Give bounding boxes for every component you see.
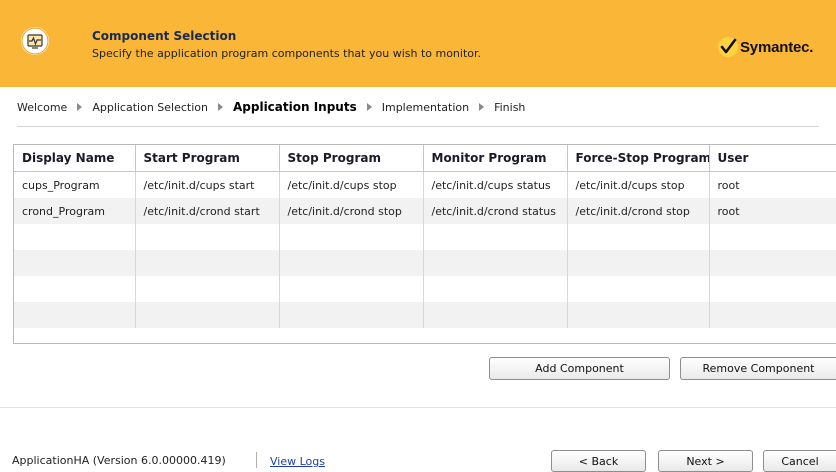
back-button[interactable]: < Back <box>551 450 646 472</box>
table-cell[interactable] <box>135 276 280 302</box>
table-row[interactable] <box>14 250 836 276</box>
table-cell[interactable]: /etc/init.d/crond stop <box>279 198 424 224</box>
table-cell[interactable] <box>423 276 568 302</box>
table-cell[interactable]: /etc/init.d/cups stop <box>567 171 710 198</box>
table-cell[interactable] <box>423 224 568 250</box>
add-component-button[interactable]: Add Component <box>489 357 670 380</box>
table-cell[interactable] <box>135 302 280 328</box>
symantec-logo: Symantec. <box>718 36 813 58</box>
table-row[interactable] <box>14 302 836 328</box>
table-cell[interactable] <box>709 302 836 328</box>
breadcrumb-item-application-selection: Application Selection <box>92 100 208 114</box>
column-header-user[interactable]: User <box>709 145 836 172</box>
table-cell[interactable] <box>279 302 424 328</box>
checkmark-icon <box>718 37 738 57</box>
header-banner: Component Selection Specify the applicat… <box>0 0 836 87</box>
column-header-stop-program[interactable]: Stop Program <box>279 145 424 172</box>
column-header-monitor-program[interactable]: Monitor Program <box>423 145 568 172</box>
table-cell[interactable] <box>14 250 136 276</box>
divider <box>17 126 819 127</box>
table-cell[interactable]: /etc/init.d/crond start <box>135 198 280 224</box>
column-header-display-name[interactable]: Display Name <box>14 145 136 172</box>
column-header-start-program[interactable]: Start Program <box>135 145 280 172</box>
table-cell[interactable] <box>709 276 836 302</box>
table-cell[interactable] <box>567 250 710 276</box>
table-cell[interactable] <box>709 224 836 250</box>
table-cell[interactable] <box>423 250 568 276</box>
chevron-right-icon <box>479 103 485 111</box>
column-header-force-stop-program[interactable]: Force-Stop Program <box>567 145 710 172</box>
table-cell[interactable] <box>567 224 710 250</box>
breadcrumb: Welcome Application Selection Applicatio… <box>17 100 525 114</box>
table-header-row: Display Name Start Program Stop Program … <box>14 145 836 172</box>
table-cell[interactable] <box>709 250 836 276</box>
table-cell[interactable] <box>567 276 710 302</box>
monitor-pulse-icon <box>21 27 49 55</box>
breadcrumb-item-finish: Finish <box>494 100 526 114</box>
table-row[interactable]: cups_Program /etc/init.d/cups start /etc… <box>14 171 836 198</box>
breadcrumb-item-application-inputs: Application Inputs <box>232 100 357 114</box>
table-cell[interactable] <box>135 250 280 276</box>
table-cell[interactable]: /etc/init.d/cups status <box>423 171 568 198</box>
table-cell[interactable] <box>14 224 136 250</box>
chevron-right-icon <box>77 103 83 111</box>
table-cell[interactable]: /etc/init.d/crond stop <box>567 198 710 224</box>
breadcrumb-item-welcome: Welcome <box>17 100 68 114</box>
breadcrumb-item-implementation: Implementation <box>381 100 470 114</box>
table-cell[interactable] <box>135 224 280 250</box>
divider <box>0 407 836 408</box>
table-cell[interactable] <box>423 302 568 328</box>
table-cell[interactable]: /etc/init.d/cups stop <box>279 171 424 198</box>
table-cell[interactable]: /etc/init.d/crond status <box>423 198 568 224</box>
table-cell[interactable] <box>279 250 424 276</box>
table-row[interactable]: crond_Program /etc/init.d/crond start /e… <box>14 198 836 224</box>
divider <box>256 452 257 468</box>
chevron-right-icon <box>366 103 372 111</box>
table-cell[interactable]: crond_Program <box>14 198 136 224</box>
table-cell[interactable]: root <box>709 171 836 198</box>
chevron-right-icon <box>217 103 223 111</box>
cancel-button[interactable]: Cancel <box>763 450 836 472</box>
version-label: ApplicationHA (Version 6.0.00000.419) <box>12 454 226 467</box>
table-cell[interactable] <box>279 224 424 250</box>
table-row[interactable] <box>14 276 836 302</box>
remove-component-button[interactable]: Remove Component <box>680 357 836 380</box>
table-cell[interactable]: root <box>709 198 836 224</box>
table-cell[interactable] <box>567 302 710 328</box>
brand-name: Symantec. <box>740 38 814 56</box>
page-title: Component Selection <box>92 29 237 43</box>
table-cell[interactable] <box>279 276 424 302</box>
table-cell[interactable] <box>14 302 136 328</box>
components-table[interactable]: Display Name Start Program Stop Program … <box>13 144 836 344</box>
view-logs-link[interactable]: View Logs <box>270 455 325 468</box>
table-cell[interactable]: /etc/init.d/cups start <box>135 171 280 198</box>
table-cell[interactable] <box>14 276 136 302</box>
page-subtitle: Specify the application program componen… <box>92 47 482 60</box>
table-cell[interactable]: cups_Program <box>14 171 136 198</box>
table-row[interactable] <box>14 224 836 250</box>
next-button[interactable]: Next > <box>658 450 753 472</box>
